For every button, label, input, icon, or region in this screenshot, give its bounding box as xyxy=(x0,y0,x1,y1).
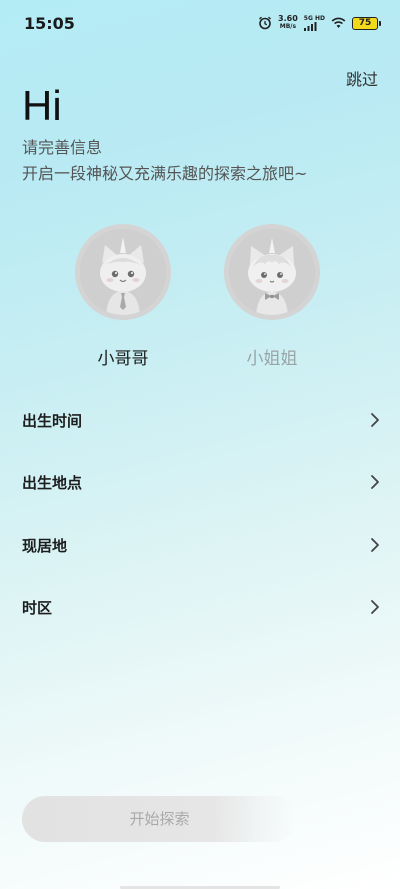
form-row-label: 出生时间 xyxy=(22,412,83,430)
avatar xyxy=(75,224,171,320)
chevron-right-icon xyxy=(371,600,379,614)
gender-option-female[interactable]: 小姐姐 xyxy=(224,224,320,369)
greeting-title: Hi xyxy=(22,82,62,129)
subtitle-description: 开启一段神秘又充满乐趣的探索之旅吧~ xyxy=(22,164,308,183)
gender-label-female: 小姐姐 xyxy=(246,349,298,369)
status-time: 15:05 xyxy=(24,14,75,33)
skip-button[interactable]: 跳过 xyxy=(346,66,378,90)
avatar xyxy=(224,224,320,320)
gender-label-male: 小哥哥 xyxy=(97,349,149,369)
form-row-birth-place[interactable]: 出生地点 xyxy=(0,462,400,502)
form-row-residence[interactable]: 现居地 xyxy=(0,525,400,565)
form-row-label: 出生地点 xyxy=(22,474,83,492)
status-icons: 3.60 MB/s 5G HD 75 xyxy=(258,15,381,31)
signal-group: 5G HD xyxy=(303,15,325,31)
start-explore-button[interactable]: 开始探索 xyxy=(22,796,297,842)
chevron-right-icon xyxy=(371,538,379,552)
form-row-label: 时区 xyxy=(22,599,53,617)
chevron-right-icon xyxy=(371,413,379,427)
signal-label: 5G HD xyxy=(303,15,325,22)
net-speed-unit: MB/s xyxy=(279,23,297,30)
alarm-icon xyxy=(259,16,272,30)
gender-option-male[interactable]: 小哥哥 xyxy=(75,224,171,369)
girl-avatar-icon xyxy=(229,229,315,315)
signal-icon xyxy=(303,22,317,31)
chevron-right-icon xyxy=(371,475,379,489)
status-bar: 15:05 3.60 MB/s 5G HD 75 xyxy=(0,0,400,48)
form-row-birth-time[interactable]: 出生时间 xyxy=(0,400,400,440)
form-row-timezone[interactable]: 时区 xyxy=(0,587,400,627)
subtitle: 请完善信息 xyxy=(22,138,103,157)
net-speed: 3.60 MB/s xyxy=(278,15,298,31)
net-speed-value: 3.60 xyxy=(278,14,298,23)
battery-icon: 75 xyxy=(352,16,381,30)
boy-avatar-icon xyxy=(80,229,166,315)
form-row-label: 现居地 xyxy=(22,537,68,555)
wifi-icon xyxy=(331,17,346,28)
